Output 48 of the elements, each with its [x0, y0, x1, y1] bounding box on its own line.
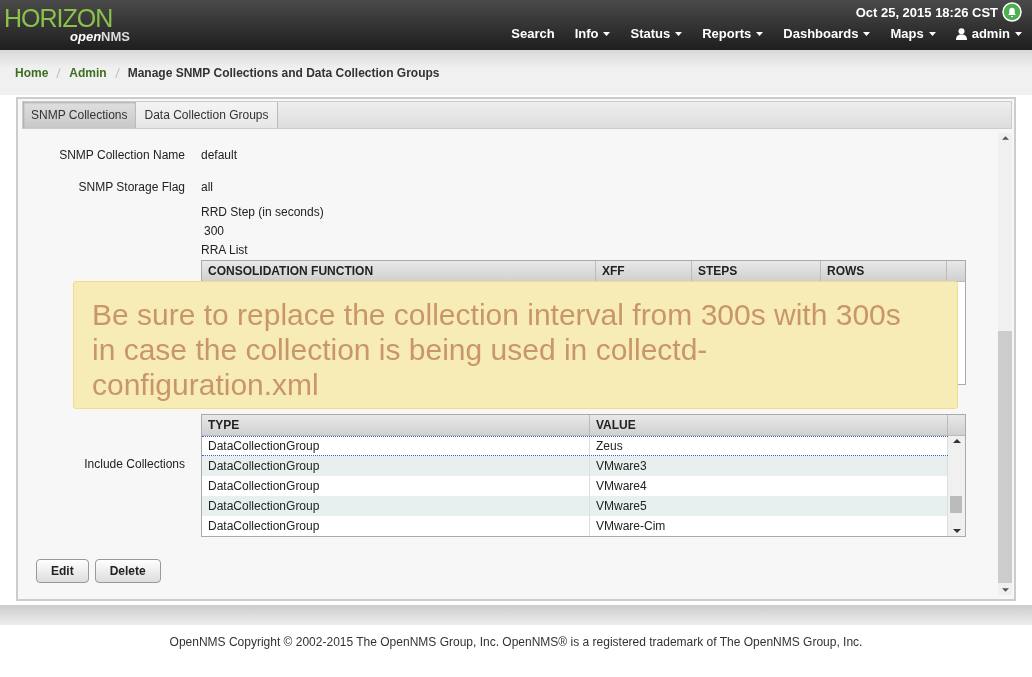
delete-button[interactable]: Delete: [94, 559, 161, 583]
caret-icon[interactable]: [863, 31, 871, 36]
caret-icon[interactable]: [603, 31, 611, 36]
scrollbar-thumb[interactable]: [950, 496, 962, 513]
tab[interactable]: SNMP Collections: [23, 102, 137, 128]
table-cell: DataCollectionGroup: [202, 437, 590, 455]
field-value: default: [201, 148, 239, 162]
opennms-logo[interactable]: HORIZON openNMS: [4, 0, 132, 50]
copyright-text: OpenNMS Copyright © 2002-2015 The OpenNMS Group, Inc. OpenNMS® is a registered trademark of The OpenNMS Group, Inc.: [168, 634, 864, 649]
breadcrumb-link[interactable]: Home: [15, 65, 49, 80]
field-label: SNMP Storage Flag: [77, 180, 185, 194]
scroll-down-icon[interactable]: [952, 526, 961, 536]
table-cell: DataCollectionGroup: [202, 496, 590, 516]
column-header: VALUE: [590, 415, 948, 435]
edit-button[interactable]: Edit: [36, 559, 89, 583]
nav-link[interactable]: Search: [501, 24, 565, 41]
field-label: Include Collections: [83, 456, 185, 471]
bell-icon[interactable]: [1002, 2, 1022, 22]
tab[interactable]: Data Collection Groups: [136, 102, 278, 128]
user-icon[interactable]: [955, 27, 967, 40]
caret-icon[interactable]: [1015, 31, 1022, 36]
date-time: Oct 25, 2015 18:26 CST: [855, 4, 998, 20]
nav-menu[interactable]: Status: [620, 24, 693, 41]
scrollbar-thumb[interactable]: [998, 331, 1012, 583]
scroll-down-icon[interactable]: [1001, 585, 1009, 595]
scrollbar[interactable]: [948, 436, 965, 536]
caret-icon[interactable]: [756, 31, 764, 36]
caret-icon[interactable]: [675, 31, 683, 36]
nav-menu[interactable]: Info: [564, 24, 621, 41]
column-header: TYPE: [202, 415, 590, 435]
nav-menu[interactable]: Dashboards: [773, 24, 881, 41]
nav-menu[interactable]: Reports: [692, 24, 774, 41]
scroll-up-icon[interactable]: [1001, 133, 1009, 143]
page-title: Manage SNMP Collections and Data Collection Groups: [127, 65, 440, 80]
field-label: SNMP Collection Name: [58, 148, 185, 162]
caret-icon[interactable]: [928, 31, 936, 36]
field-value: all: [201, 180, 214, 194]
scroll-up-icon[interactable]: [952, 436, 961, 446]
table-cell: DataCollectionGroup: [202, 456, 590, 476]
field-label: RRD Step (in seconds): [201, 204, 325, 221]
scrollbar[interactable]: [998, 133, 1012, 595]
notification-banner: Be sure to replace the collection interval from 300s with 300s in case the collection is being used in collectd-configuration.xml: [73, 281, 958, 409]
nav-menu[interactable]: Maps: [880, 24, 946, 41]
table-cell: DataCollectionGroup: [202, 516, 590, 536]
user-menu[interactable]: admin: [945, 24, 1022, 41]
breadcrumb-link[interactable]: Admin: [69, 65, 107, 80]
table-title: RRA List: [201, 242, 249, 259]
field-value: 300: [203, 223, 226, 240]
